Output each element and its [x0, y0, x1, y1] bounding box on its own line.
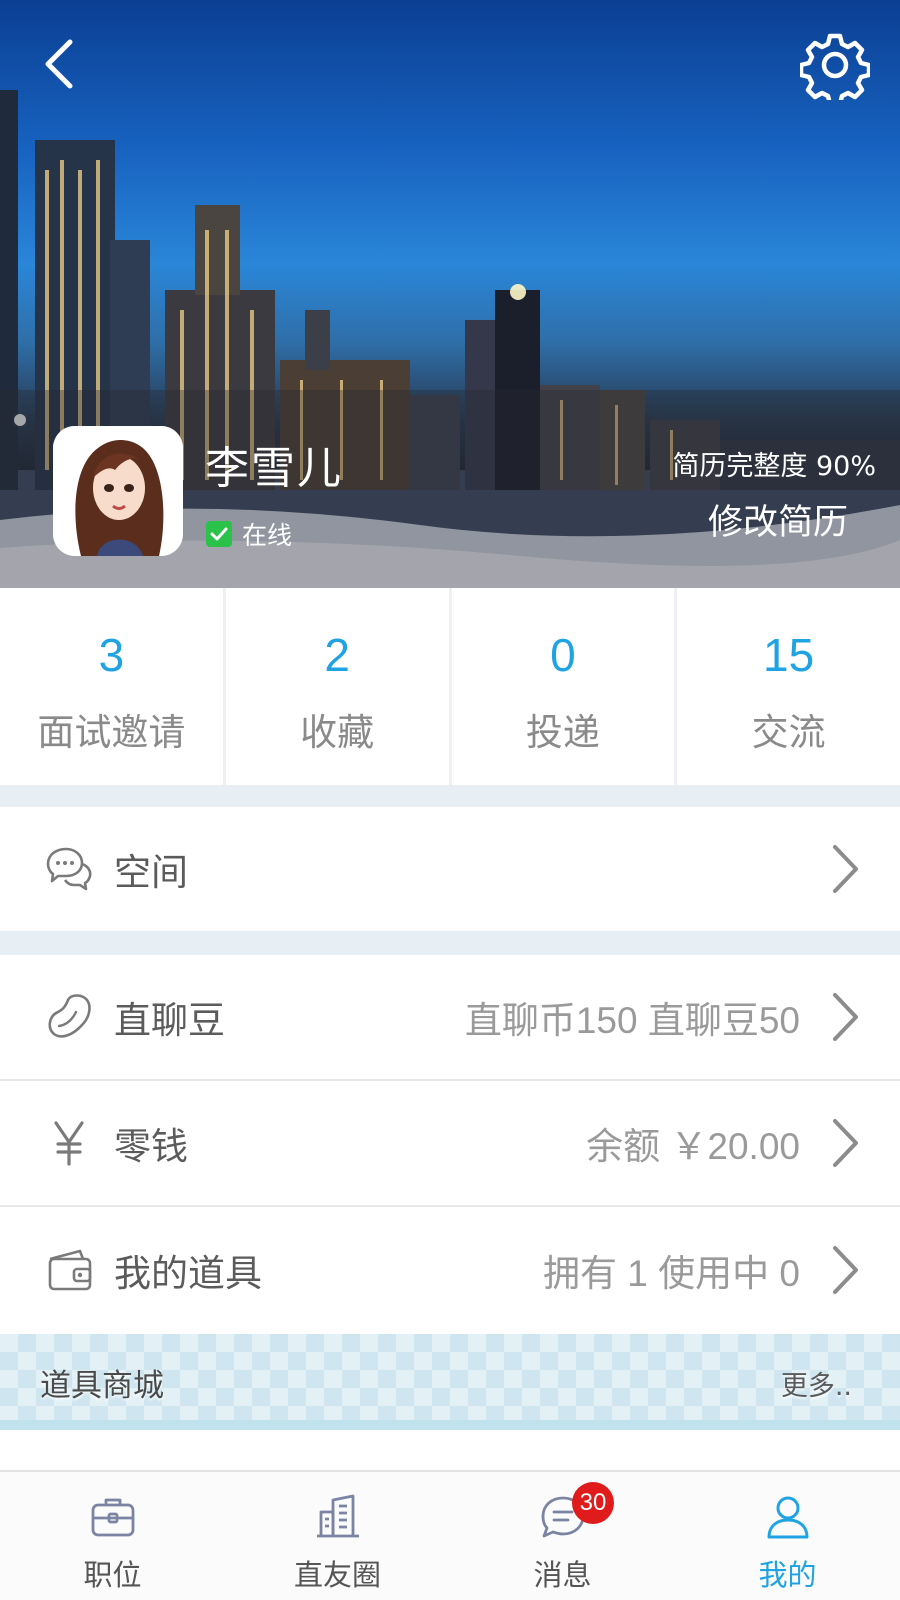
tab-label: 消息	[533, 1558, 592, 1592]
stat-label: 收藏	[300, 711, 375, 754]
chevron-right-icon	[833, 845, 858, 893]
building-icon	[316, 1494, 359, 1538]
section-gap	[0, 785, 900, 807]
tab-friends-circle[interactable]: 直友圈	[225, 1472, 450, 1600]
section-gap	[0, 931, 900, 955]
props-shop-more-link[interactable]: 更多..	[781, 1364, 852, 1403]
stat-value: 2	[324, 629, 350, 681]
tab-me[interactable]: 我的	[675, 1472, 900, 1600]
yuan-icon	[54, 1121, 84, 1166]
chevron-right-icon	[833, 993, 858, 1041]
avatar-image	[53, 426, 183, 556]
props-shop-banner: 道具商城 更多..	[0, 1334, 900, 1430]
tab-label: 我的	[758, 1558, 817, 1592]
stat-label: 交流	[751, 711, 826, 754]
tab-messages[interactable]: 消息 30	[450, 1472, 675, 1600]
stat-interview-invites[interactable]: 3 面试邀请	[0, 588, 226, 785]
briefcase-icon	[91, 1498, 134, 1537]
wallet-icon	[48, 1249, 92, 1291]
tab-label: 职位	[83, 1558, 142, 1592]
change-balance: 余额 ￥20.00	[586, 1126, 800, 1167]
settings-button[interactable]	[798, 30, 872, 107]
banner-edge	[0, 1420, 900, 1430]
menu-item-props[interactable]: 我的道具 拥有 1 使用中 0	[0, 1208, 900, 1332]
menu-item-beans[interactable]: 直聊豆 直聊币150 直聊豆50	[0, 955, 900, 1079]
online-status-text: 在线	[242, 521, 293, 550]
check-icon	[206, 521, 232, 547]
bean-icon	[48, 994, 91, 1038]
menu-item-label: 零钱	[114, 1125, 188, 1168]
gear-icon	[798, 33, 872, 107]
stat-conversations[interactable]: 15 交流	[677, 588, 900, 785]
menu-item-space[interactable]: 空间	[0, 807, 900, 931]
props-shop-title[interactable]: 道具商城	[40, 1360, 164, 1405]
online-status: 在线	[206, 516, 292, 552]
stat-value: 3	[98, 629, 125, 681]
stat-label: 面试邀请	[37, 711, 186, 754]
user-icon	[767, 1496, 808, 1539]
chevron-right-icon	[833, 1246, 858, 1294]
chevron-right-icon	[833, 1119, 858, 1167]
profile-header: 李雪儿 在线 简历完整度 90% 修改简历	[0, 0, 900, 588]
stats-panel: 3 面试邀请 2 收藏 0 投递 15 交流	[0, 588, 900, 785]
user-name: 李雪儿	[205, 443, 343, 494]
stat-favorites[interactable]: 2 收藏	[226, 588, 452, 785]
resume-completeness: 简历完整度 90%	[672, 451, 876, 482]
menu-item-change[interactable]: 零钱 余额 ￥20.00	[0, 1081, 900, 1205]
edit-resume-link[interactable]: 修改简历	[708, 494, 848, 545]
props-shop-content	[0, 1430, 900, 1470]
props-summary: 拥有 1 使用中 0	[543, 1253, 800, 1294]
back-button[interactable]	[34, 32, 90, 96]
avatar[interactable]	[53, 426, 183, 556]
unread-badge: 30	[572, 1482, 614, 1524]
menu-item-label: 直聊豆	[114, 999, 225, 1042]
stat-value: 15	[763, 629, 815, 681]
chevron-left-icon	[45, 39, 73, 89]
stat-value: 0	[550, 629, 576, 681]
menu-item-label: 空间	[114, 851, 188, 894]
chat-bubbles-icon	[46, 847, 92, 891]
tab-label: 直友圈	[293, 1558, 381, 1592]
divider	[0, 1205, 900, 1207]
menu-item-label: 我的道具	[114, 1252, 262, 1295]
stat-label: 投递	[525, 711, 600, 754]
stat-applications[interactable]: 0 投递	[452, 588, 678, 785]
beans-balance: 直聊币150 直聊豆50	[464, 1000, 800, 1041]
bottom-tab-bar: 职位 直友圈 消息 30 我的	[0, 1470, 900, 1600]
tab-jobs[interactable]: 职位	[0, 1472, 225, 1600]
